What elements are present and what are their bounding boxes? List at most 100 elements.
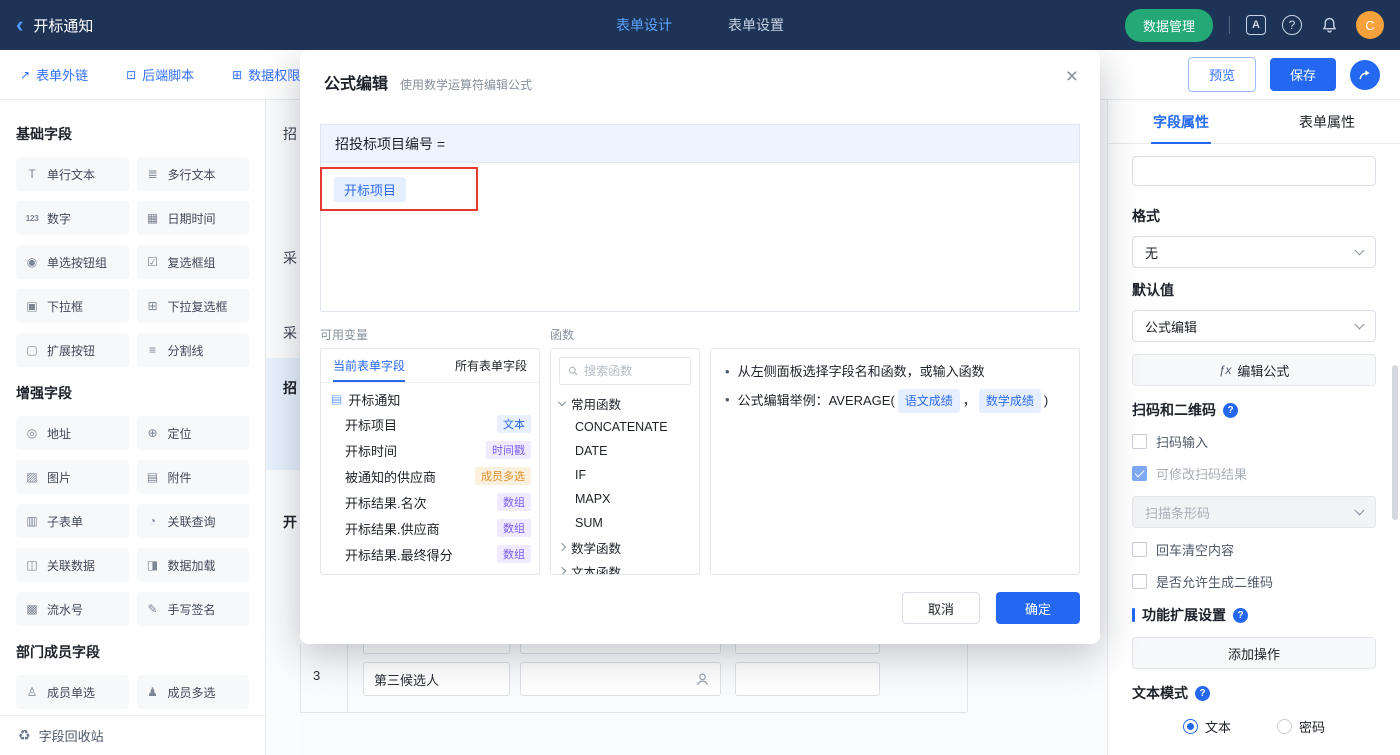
function-item-concatenate[interactable]: CONCATENATE xyxy=(551,415,699,439)
sidebar-item-datetime[interactable]: ▦ 日期时间 xyxy=(136,201,249,235)
function-group-math[interactable]: 数学函数 xyxy=(551,535,699,559)
field-recycle-bin[interactable]: ♻ 字段回收站 xyxy=(0,715,265,755)
help-icon[interactable]: ? xyxy=(1223,402,1238,418)
back-icon[interactable]: ‹ xyxy=(16,14,23,36)
tab-form-design[interactable]: 表单设计 xyxy=(616,15,672,35)
bullet-icon: • xyxy=(725,364,730,379)
function-item-mapx[interactable]: MAPX xyxy=(551,487,699,511)
candidate-name-cell[interactable]: 第三候选人 xyxy=(363,662,510,696)
sidebar-item-attachment[interactable]: ▤ 附件 xyxy=(136,460,249,494)
avatar[interactable]: C xyxy=(1356,11,1384,39)
format-select[interactable]: 无 xyxy=(1132,236,1376,268)
sidebar-item-linked-data[interactable]: ◫ 关联数据 xyxy=(16,548,129,582)
toolbar-item-data-permission[interactable]: ⊞ 数据权限 xyxy=(232,65,300,84)
radio-icon[interactable] xyxy=(1277,719,1292,734)
checkbox-box[interactable] xyxy=(1132,542,1147,557)
function-group-common[interactable]: 常用函数 xyxy=(551,391,699,415)
radio-text-mode[interactable]: 文本 xyxy=(1182,717,1231,736)
checkbox-scan-input[interactable]: 扫码输入 xyxy=(1132,432,1376,451)
close-icon[interactable]: × xyxy=(1066,66,1078,87)
help-icon[interactable]: ? xyxy=(1282,15,1302,35)
toolbar-item-external-link[interactable]: ↗ 表单外链 xyxy=(20,65,88,84)
checkbox-allow-qr[interactable]: 是否允许生成二维码 xyxy=(1132,572,1376,591)
language-icon[interactable]: A xyxy=(1246,15,1266,35)
form-root-node[interactable]: ▤ 开标通知 xyxy=(321,387,539,411)
function-group-text[interactable]: 文本函数 xyxy=(551,559,699,574)
empty-cell[interactable] xyxy=(735,662,880,696)
sidebar-item-checkbox-group[interactable]: ☑ 复选框组 xyxy=(136,245,249,279)
variable-field[interactable]: 开标结果.最终得分 数组 xyxy=(321,541,539,567)
radio-selected-icon[interactable] xyxy=(1182,719,1198,734)
field-label-fragment: 招 xyxy=(283,380,297,396)
table-row-index: 3 xyxy=(313,668,321,683)
tab-form-properties[interactable]: 表单属性 xyxy=(1254,100,1400,143)
function-item-date[interactable]: DATE xyxy=(551,439,699,463)
chevron-right-icon xyxy=(557,566,567,574)
variables-tree: ▤ 开标通知 开标项目 文本 开标时间 时间戳 被通知的供应商 成员多选 开标结… xyxy=(321,383,539,567)
variable-field[interactable]: 开标时间 时间戳 xyxy=(321,437,539,463)
sidebar-item-multi-dropdown[interactable]: ⊞ 下拉复选框 xyxy=(136,289,249,323)
variable-type-tag: 成员多选 xyxy=(475,467,531,485)
tab-current-form-fields[interactable]: 当前表单字段 xyxy=(333,349,406,382)
sidebar-item-number[interactable]: 123 数字 xyxy=(16,201,129,235)
sidebar-item-member-multi[interactable]: ♟ 成员多选 xyxy=(136,675,249,709)
sidebar-item-data-load[interactable]: ◨ 数据加载 xyxy=(136,548,249,582)
sidebar-item-location[interactable]: ⊕ 定位 xyxy=(136,416,249,450)
edit-formula-button[interactable]: ƒx 编辑公式 xyxy=(1132,354,1376,386)
cancel-button[interactable]: 取消 xyxy=(902,592,980,624)
variables-panel: 当前表单字段 所有表单字段 ▤ 开标通知 开标项目 文本 开标时间 时间戳 被通… xyxy=(320,348,540,575)
radio-password-mode[interactable]: 密码 xyxy=(1277,717,1325,736)
checkbox-box[interactable] xyxy=(1132,574,1147,589)
sidebar-item-image[interactable]: ▨ 图片 xyxy=(16,460,129,494)
variable-field[interactable]: 开标结果.供应商 数组 xyxy=(321,515,539,541)
tab-field-properties[interactable]: 字段属性 xyxy=(1108,100,1254,143)
sidebar-item-serial-number[interactable]: ▩ 流水号 xyxy=(16,592,129,626)
function-search[interactable] xyxy=(559,357,691,385)
panel-scrollbar[interactable] xyxy=(1392,365,1398,520)
item-label: 图片 xyxy=(47,470,72,485)
sidebar-item-member-single[interactable]: ♙ 成员单选 xyxy=(16,675,129,709)
sidebar-item-address[interactable]: ◎ 地址 xyxy=(16,416,129,450)
radio-label: 文本 xyxy=(1204,720,1231,735)
variable-type-tag: 文本 xyxy=(497,415,531,433)
member-select-cell[interactable] xyxy=(520,662,721,696)
function-item-if[interactable]: IF xyxy=(551,463,699,487)
item-label: 下拉复选框 xyxy=(167,299,228,314)
preview-button[interactable]: 预览 xyxy=(1187,57,1256,92)
formula-input-area[interactable]: 开标项目 xyxy=(320,163,1079,311)
variable-field[interactable]: 被通知的供应商 成员多选 xyxy=(321,463,539,489)
checkbox-enter-clear[interactable]: 回车清空内容 xyxy=(1132,540,1376,559)
tab-all-form-fields[interactable]: 所有表单字段 xyxy=(455,349,527,382)
sidebar-item-radio-group[interactable]: ◉ 单选按钮组 xyxy=(16,245,129,279)
bell-icon[interactable] xyxy=(1318,14,1340,36)
toolbar-item-backend-script[interactable]: ⊡ 后端脚本 xyxy=(126,65,194,84)
group-label: 数学函数 xyxy=(571,541,622,556)
linked-data-icon: ◫ xyxy=(26,558,38,572)
variable-field[interactable]: 开标结果.名次 数组 xyxy=(321,489,539,515)
variable-field[interactable]: 开标项目 文本 xyxy=(321,411,539,437)
sidebar-item-linked-query[interactable]: ◔ 关联查询 xyxy=(136,504,249,538)
function-item-sum[interactable]: SUM xyxy=(551,511,699,535)
field-title-input[interactable] xyxy=(1132,156,1376,186)
help-icon[interactable]: ? xyxy=(1195,685,1210,701)
checkbox-box-checked[interactable] xyxy=(1132,466,1147,481)
help-icon[interactable]: ? xyxy=(1233,607,1248,623)
data-manage-button[interactable]: 数据管理 xyxy=(1124,8,1213,42)
add-action-button[interactable]: 添加操作 xyxy=(1132,637,1376,669)
formula-field-chip[interactable]: 开标项目 xyxy=(334,177,407,202)
sidebar-item-extend-button[interactable]: ▢ 扩展按钮 xyxy=(16,333,129,367)
tab-form-settings[interactable]: 表单设置 xyxy=(728,15,784,35)
checkbox-modify-scan-result[interactable]: 可修改扫码结果 xyxy=(1132,464,1376,483)
checkbox-box[interactable] xyxy=(1132,434,1147,449)
confirm-button[interactable]: 确定 xyxy=(996,592,1080,624)
share-button[interactable] xyxy=(1350,59,1380,90)
sidebar-item-dropdown[interactable]: ▣ 下拉框 xyxy=(16,289,129,323)
sidebar-item-signature[interactable]: ✎ 手写签名 xyxy=(136,592,249,626)
save-button[interactable]: 保存 xyxy=(1269,58,1336,91)
sidebar-item-divider[interactable]: ≡ 分割线 xyxy=(136,333,249,367)
default-value-select[interactable]: 公式编辑 xyxy=(1132,310,1376,342)
function-search-input[interactable] xyxy=(584,364,682,378)
sidebar-item-single-line-text[interactable]: T 单行文本 xyxy=(16,157,129,191)
sidebar-item-multi-line-text[interactable]: ≣ 多行文本 xyxy=(136,157,249,191)
sidebar-item-subform[interactable]: ▥ 子表单 xyxy=(16,504,129,538)
